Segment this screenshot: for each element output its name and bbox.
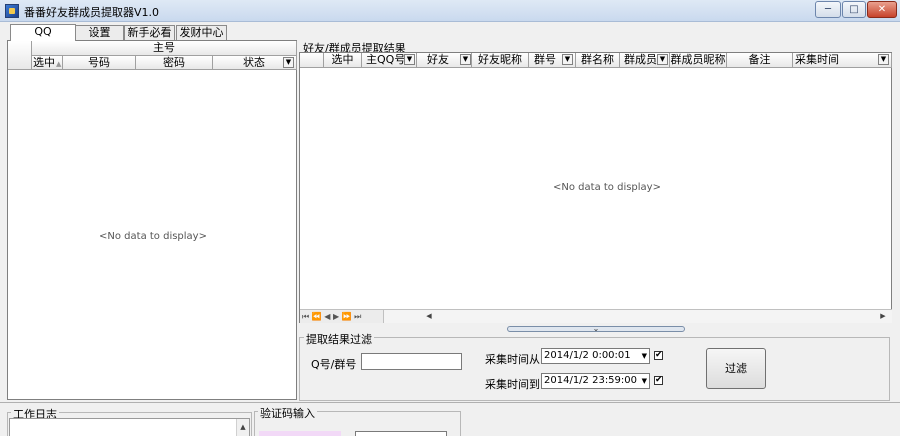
tab-settings[interactable]: 设置: [75, 25, 124, 40]
filter-groupbox-title: 提取结果过滤: [304, 331, 374, 347]
tab-qq[interactable]: QQ: [10, 24, 76, 41]
group-member-filter-dropdown-icon[interactable]: ▼: [657, 54, 668, 65]
col-header-selected[interactable]: 选中: [324, 53, 362, 68]
col-header-member-nickname[interactable]: 群成员昵称: [670, 53, 727, 68]
dropdown-arrow-icon[interactable]: ▼: [642, 374, 647, 388]
filter-button[interactable]: 过滤: [706, 348, 766, 389]
friend-filter-dropdown-icon[interactable]: ▼: [460, 54, 471, 65]
tab-money-center[interactable]: 发财中心: [176, 25, 227, 40]
status-filter-dropdown-icon[interactable]: ▼: [283, 57, 294, 68]
close-button[interactable]: ✕: [867, 1, 897, 18]
collect-time-from-checkbox[interactable]: ✔: [654, 351, 663, 360]
horizontal-scrollbar[interactable]: ◀ ▶: [384, 309, 892, 323]
collapse-chevron-icon[interactable]: ⌄: [593, 324, 600, 333]
captcha-title: 验证码输入: [258, 405, 317, 421]
collect-time-from-value: 2014/1/2 0:00:01: [544, 350, 631, 361]
grid-corner: [8, 41, 32, 70]
collect-time-from-label: 采集时间从: [485, 353, 540, 366]
col-header-friend-nickname[interactable]: 好友昵称: [472, 53, 529, 68]
qq-group-input[interactable]: [361, 353, 462, 370]
col-header-remark[interactable]: 备注: [727, 53, 793, 68]
maximize-button[interactable]: □: [842, 1, 866, 18]
collect-time-to-label: 采集时间到: [485, 378, 540, 391]
collect-time-to-checkbox[interactable]: ✔: [654, 376, 663, 385]
record-navigator[interactable]: ⏮ ⏪ ◀ ▶ ⏩ ⏭: [300, 309, 384, 323]
collect-time-to-picker[interactable]: 2014/1/2 23:59:00 ▼: [541, 373, 650, 389]
col-header-select[interactable]: 选中▲: [32, 56, 63, 70]
scroll-right-icon[interactable]: ▶: [878, 311, 888, 321]
work-log-textarea[interactable]: ▲: [9, 418, 250, 436]
dropdown-arrow-icon[interactable]: ▼: [642, 349, 647, 363]
log-vertical-scrollbar[interactable]: ▲: [236, 419, 249, 436]
minimize-button[interactable]: ─: [815, 1, 841, 18]
captcha-image: [259, 431, 341, 436]
splitter-handle[interactable]: ⌄: [507, 324, 685, 333]
collect-time-filter-dropdown-icon[interactable]: ▼: [878, 54, 889, 65]
window-title: 番番好友群成员提取器V1.0: [24, 6, 160, 19]
sort-arrow-icon: ▲: [56, 60, 62, 68]
bottom-separator: [0, 402, 900, 403]
col-header-password[interactable]: 密码: [136, 56, 213, 70]
results-grid[interactable]: 选中 主QQ号 ▼ 好友 ▼ 好友昵称 群号 ▼ 群名称 群成员 ▼ 群成员昵称…: [299, 52, 892, 323]
account-grid-empty-text: <No data to display>: [99, 231, 207, 242]
col-header-number[interactable]: 号码: [63, 56, 136, 70]
scroll-left-icon[interactable]: ◀: [424, 311, 434, 321]
tab-newbie-guide[interactable]: 新手必看: [124, 25, 175, 40]
captcha-input[interactable]: [355, 431, 447, 436]
account-grid[interactable]: 主号 选中▲ 号码 密码 状态 ▼ <No data to display>: [7, 40, 297, 400]
collect-time-to-value: 2014/1/2 23:59:00: [544, 375, 638, 386]
band-header-main-account: 主号: [32, 41, 297, 56]
collect-time-from-picker[interactable]: 2014/1/2 0:00:01 ▼: [541, 348, 650, 364]
qq-group-label: Q号/群号: [311, 358, 357, 371]
results-grid-empty-text: <No data to display>: [553, 182, 661, 193]
title-bar: 番番好友群成员提取器V1.0 ─ □ ✕: [0, 0, 900, 22]
app-icon: [5, 4, 19, 18]
group-number-filter-dropdown-icon[interactable]: ▼: [562, 54, 573, 65]
scroll-up-icon[interactable]: ▲: [238, 422, 248, 432]
main-qq-filter-dropdown-icon[interactable]: ▼: [404, 54, 415, 65]
col-header-group-name[interactable]: 群名称: [576, 53, 620, 68]
results-grid-corner: [300, 53, 324, 68]
